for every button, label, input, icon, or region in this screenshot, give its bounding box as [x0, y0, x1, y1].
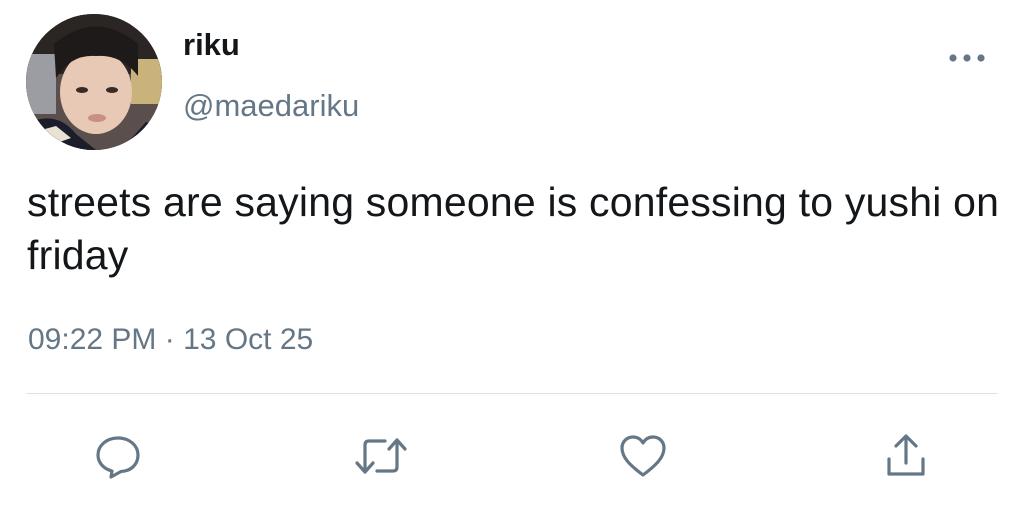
reply-button[interactable]: [90, 428, 146, 484]
share-button[interactable]: [878, 428, 934, 484]
avatar-photo: [26, 14, 162, 150]
divider: [26, 393, 998, 394]
tweet-timestamp[interactable]: 09:22 PM · 13 Oct 25: [28, 320, 313, 360]
user-handle[interactable]: @maedariku: [183, 87, 359, 125]
retweet-icon: [355, 438, 407, 474]
more-options-button[interactable]: [942, 46, 992, 70]
like-button[interactable]: [615, 428, 671, 484]
heart-icon: [620, 435, 666, 477]
timestamp-separator: ·: [164, 323, 175, 356]
more-horizontal-icon: [949, 54, 985, 62]
avatar[interactable]: [26, 14, 162, 150]
tweet-date: 13 Oct 25: [183, 323, 314, 356]
tweet-card: riku @maedariku streets are saying someo…: [0, 0, 1024, 507]
reply-icon: [96, 436, 140, 479]
tweet-text: streets are saying someone is confessing…: [27, 179, 1000, 278]
share-icon: [887, 434, 925, 476]
retweet-button[interactable]: [353, 428, 409, 484]
display-name[interactable]: riku: [183, 27, 240, 63]
tweet-time: 09:22 PM: [28, 323, 157, 356]
